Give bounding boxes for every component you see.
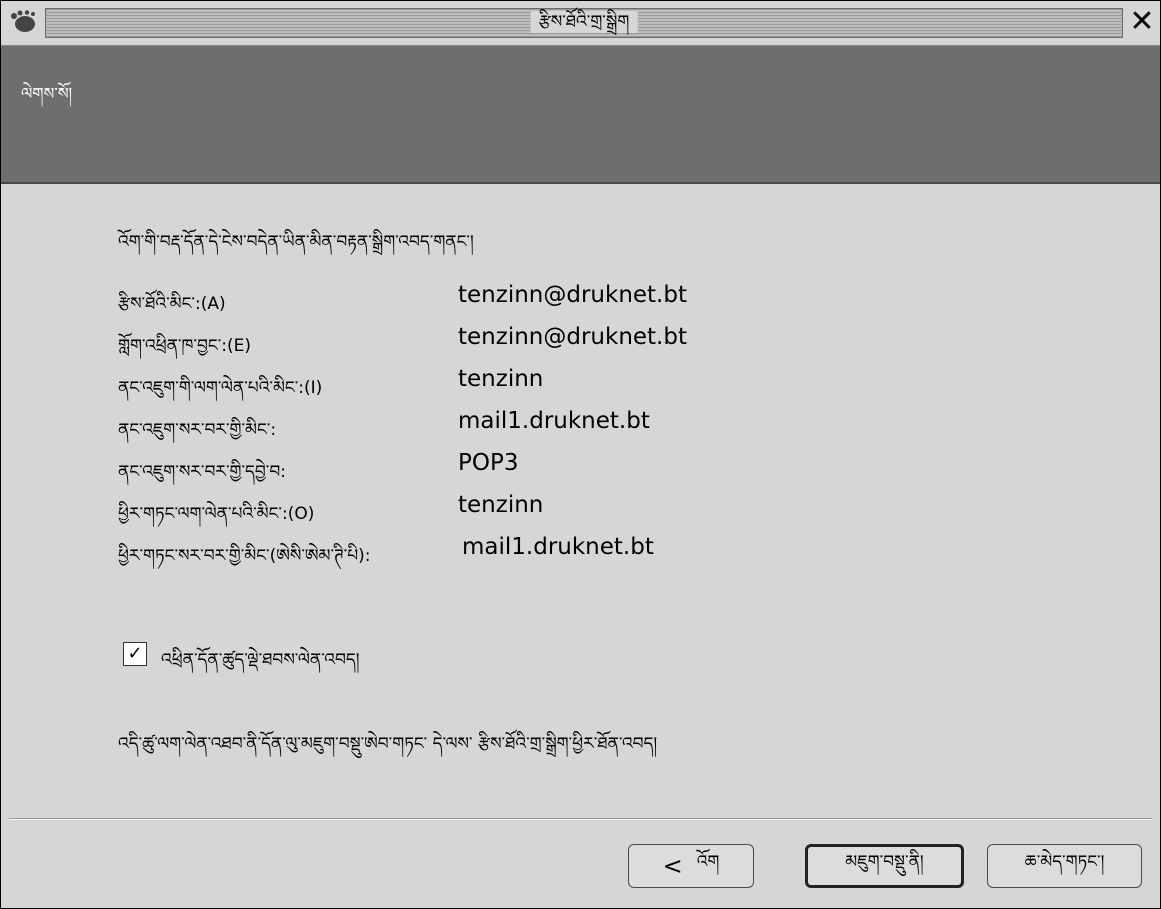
field-label: གློག་འཕྲིན་ཁ་བྱང་:(E) xyxy=(118,336,251,356)
field-label: ཕྱིར་གཏང་སར་བར་གྱི་མིང་(ཨེསི་ཨེམ་ཊི་པི): xyxy=(118,546,371,566)
field-label: རྩིས་ཐོའི་མིང་:(A) xyxy=(118,294,226,314)
title-bar[interactable]: རྩིས་ཐོའི་གྲ་སྒྲིག ✕ xyxy=(1,1,1160,46)
finish-button[interactable]: མཇུག་བསྡུ་ནི། xyxy=(805,844,964,888)
field-value: tenzinn@druknet.bt xyxy=(458,324,687,350)
finish-instructions: འདི་ཚུ་ལག་ལེན་འཐབ་ནི་དོན་ལུ་མཇུག་བསྡུ་ཨེ… xyxy=(118,734,658,754)
summary-content: འོག་གི་བརྡ་དོན་དེ་ངེས་བདེན་ཡིན་མིན་བརྟན་… xyxy=(1,184,1160,814)
back-arrow-icon: < xyxy=(662,852,683,880)
finish-button-label: མཇུག་བསྡུ་ནི། xyxy=(845,852,924,872)
field-value: tenzinn xyxy=(458,492,544,518)
field-value: mail1.druknet.bt xyxy=(462,534,654,560)
field-label: ཕྱིར་གཏང་ལག་ལེན་པའི་མིང་:(O) xyxy=(118,504,315,524)
field-label: ནང་འཇུག་སར་བར་གྱི་མིང་: xyxy=(118,420,277,440)
back-button[interactable]: < འོག xyxy=(628,844,754,888)
wizard-header: ལེགས་སོ། xyxy=(1,46,1160,184)
footer-divider xyxy=(9,818,1152,820)
field-value: tenzinn xyxy=(458,366,544,392)
checkbox-label[interactable]: འཕྲིན་དོན་ཚུད་ལྡེ་ཐབས་ལེན་འབད། xyxy=(161,640,360,688)
field-value: mail1.druknet.bt xyxy=(458,408,650,434)
field-value: POP3 xyxy=(458,450,519,476)
intro-text: འོག་གི་བརྡ་དོན་དེ་ངེས་བདེན་ཡིན་མིན་བརྟན་… xyxy=(118,232,474,252)
window-title: རྩིས་ཐོའི་གྲ་སྒྲིག xyxy=(530,11,638,33)
download-messages-checkbox[interactable]: ✓ xyxy=(123,642,147,666)
close-icon[interactable]: ✕ xyxy=(1127,7,1157,37)
cancel-button[interactable]: ཆ་མེད་གཏང་། xyxy=(987,844,1142,888)
account-wizard-window: རྩིས་ཐོའི་གྲ་སྒྲིག ✕ ལེགས་སོ། འོག་གི་བརྡ… xyxy=(0,0,1161,909)
title-stripe[interactable]: རྩིས་ཐོའི་གྲ་སྒྲིག xyxy=(45,8,1123,38)
field-label: ནང་འཇུག་གི་ལག་ལེན་པའི་མིང་:(I) xyxy=(118,378,323,398)
gnome-foot-icon[interactable] xyxy=(9,10,39,34)
field-label: ནང་འཇུག་སར་བར་གྱི་དབྱེ་བ: xyxy=(118,462,286,482)
back-button-label: འོག xyxy=(696,852,720,872)
page-title: ལེགས་སོ། xyxy=(21,84,73,103)
cancel-button-label: ཆ་མེད་གཏང་། xyxy=(1024,852,1105,872)
field-value: tenzinn@druknet.bt xyxy=(458,282,687,308)
